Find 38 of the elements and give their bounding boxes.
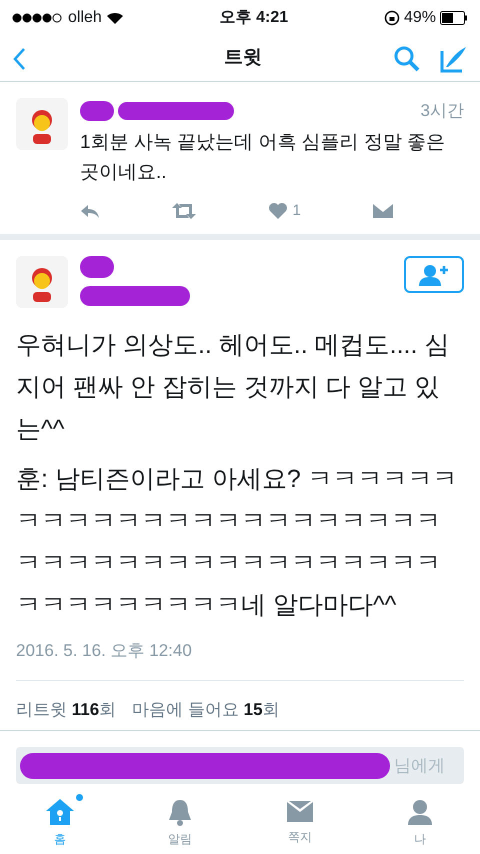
chevron-left-icon [12,46,26,70]
clock-time: 오후 4:21 [220,8,288,28]
tweet-text: 1회분 사녹 끝났는데 어흑 심플리 정말 좋은 곳이네요.. [80,130,446,184]
tweet-date: 2016. 5. 16. 오후 12:40 [16,638,464,680]
tab-bar-item[interactable]: 알림 [120,792,240,854]
screen-title: 트윗 [224,46,262,70]
search-icon[interactable] [394,46,420,72]
tweet-text: 훈: 남티즌이라고 아세요? ㅋㅋㅋㅋㅋㅋㅋㅋㅋㅋㅋㅋㅋㅋㅋㅋㅋㅋㅋㅋㅋㅋㅋㅋㅋㅋㅋㅋㅋㅋㅋㅋㅋㅋㅋㅋㅋㅋㅋㅋㅋㅋㅋㅋㅋㅋㅋㅋㅋ네 알다마다^^ [16,464,459,621]
like-count: 1 [292,200,301,220]
person-icon [406,798,434,826]
heart-icon[interactable] [268,202,288,220]
avatar[interactable] [16,256,68,308]
signal-icon [12,13,64,23]
stat-text[interactable]: 리트윗 116회 [16,696,116,722]
reply-field[interactable]: 님에게 [394,752,464,778]
retweet-icon[interactable] [171,202,198,219]
redaction-scribble [80,256,114,278]
compose-icon[interactable] [440,44,468,72]
bell-icon [167,798,193,826]
tab-bar-item[interactable]: 홈 [0,792,120,854]
battery-percent: 49% [404,8,436,28]
tab-bar-item[interactable]: 쪽지 [240,792,360,854]
redaction-scribble [80,100,114,121]
stat-text[interactable]: 마음에 들어요 15회 [132,696,280,722]
battery-icon [440,11,468,25]
tweet-text: 우혀니가 의상도.. 헤어도.. 메컵도.... 심지어 팬싸 안 잡히는 것까지 다 알고 있는^^ [16,330,450,445]
rotation-lock-icon [384,10,400,26]
follow-button[interactable] [404,256,464,293]
add-user-icon [419,264,449,286]
envelope-icon [286,800,314,824]
envelope-icon[interactable] [372,202,394,219]
house-icon [45,798,75,826]
carrier-name: olleh [68,8,102,28]
avatar[interactable] [16,98,68,150]
reply-icon[interactable] [80,202,100,219]
tab-bar-item[interactable]: 나 [360,792,480,854]
tweet-time: 3시간 [420,100,464,122]
wifi-icon [106,11,124,25]
